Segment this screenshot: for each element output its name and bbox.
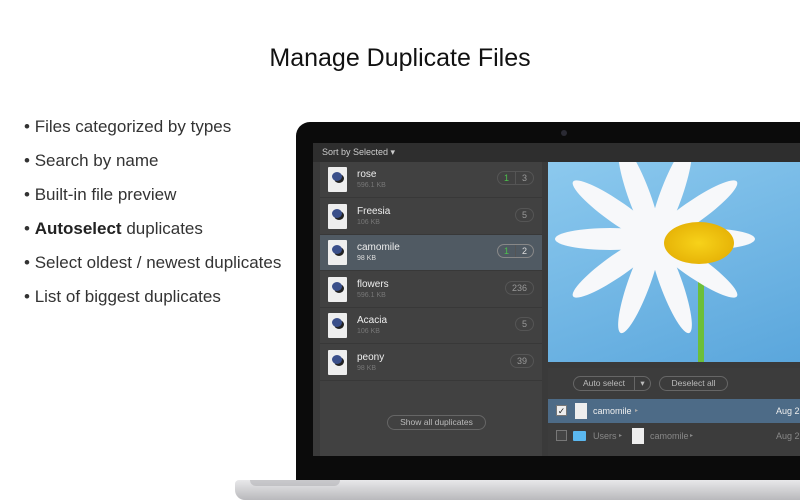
feature-text: Select oldest / newest duplicates bbox=[34, 253, 282, 272]
feature-list: • Files categorized by types • Search by… bbox=[24, 116, 281, 320]
file-name: Acacia bbox=[357, 315, 388, 326]
jpeg-file-icon bbox=[328, 350, 347, 375]
feature-item: • Autoselect duplicates bbox=[24, 219, 203, 238]
duplicate-date: Aug 2 bbox=[776, 431, 800, 441]
count-badge: 236 bbox=[504, 281, 534, 295]
count-badge: 13 bbox=[496, 171, 534, 185]
camera-icon bbox=[561, 130, 567, 136]
chevron-right-icon: ▸ bbox=[635, 408, 639, 414]
file-size: 596.1 KB bbox=[357, 182, 386, 189]
file-list: rose 596.1 KB 13 Freesia 106 KB 5 camomi… bbox=[320, 162, 542, 456]
duplicate-name: camomile bbox=[593, 406, 632, 416]
count-badge: 39 bbox=[509, 354, 534, 368]
path-folder: Users bbox=[593, 431, 617, 441]
file-name: flowers bbox=[357, 279, 389, 290]
flower-center bbox=[664, 222, 734, 264]
feature-text: duplicates bbox=[121, 219, 203, 238]
feature-text: Search by name bbox=[34, 151, 159, 170]
list-item[interactable]: Acacia 106 KB 5 bbox=[320, 308, 542, 344]
page-title: Manage Duplicate Files bbox=[269, 44, 531, 72]
jpeg-file-icon bbox=[328, 204, 347, 229]
deselect-all-button[interactable]: Deselect all bbox=[659, 376, 728, 391]
selected-count: 1 bbox=[498, 245, 516, 257]
duplicate-row[interactable]: Users ▸ camomile ▸ Aug 2 bbox=[548, 424, 800, 448]
feature-item: • Search by name bbox=[24, 151, 159, 170]
file-name: Freesia bbox=[357, 206, 391, 217]
jpeg-file-icon bbox=[328, 167, 347, 192]
feature-text: Files categorized by types bbox=[34, 117, 232, 136]
list-item[interactable]: peony 98 KB 39 bbox=[320, 345, 542, 381]
feature-item: • Files categorized by types bbox=[24, 117, 232, 136]
total-count: 2 bbox=[521, 246, 527, 256]
duplicate-name: camomile bbox=[650, 431, 689, 441]
auto-select-button[interactable]: Auto select bbox=[573, 376, 635, 391]
sort-dropdown[interactable]: Sort by Selected ▾ bbox=[313, 143, 800, 162]
show-all-duplicates-button[interactable]: Show all duplicates bbox=[387, 415, 486, 430]
file-name: rose bbox=[357, 169, 377, 180]
list-item[interactable]: camomile 98 KB 12 bbox=[320, 235, 542, 271]
feature-text: List of biggest duplicates bbox=[34, 287, 221, 306]
jpeg-file-icon bbox=[328, 240, 347, 265]
file-name: peony bbox=[357, 352, 385, 363]
selected-count: 1 bbox=[498, 172, 516, 184]
file-size: 98 KB bbox=[357, 365, 377, 372]
list-item[interactable]: flowers 596.1 KB 236 bbox=[320, 272, 542, 308]
count-badge: 5 bbox=[514, 208, 534, 222]
chevron-right-icon: ▸ bbox=[619, 433, 623, 439]
jpeg-file-icon bbox=[328, 313, 347, 338]
duplicate-row[interactable]: ✓ camomile ▸ Aug 2 bbox=[548, 399, 800, 423]
feature-bold: Autoselect bbox=[34, 219, 122, 238]
list-item[interactable]: rose 596.1 KB 13 bbox=[320, 162, 542, 198]
total-count: 5 bbox=[521, 210, 527, 220]
file-size: 596.1 KB bbox=[357, 292, 386, 299]
duplicates-panel: Auto select ▾ Deselect all ✓ camomile ▸ … bbox=[548, 368, 800, 456]
checkbox[interactable]: ✓ bbox=[556, 405, 567, 416]
checkbox[interactable] bbox=[556, 430, 567, 441]
file-name: camomile bbox=[357, 242, 400, 253]
count-badge: 12 bbox=[496, 244, 534, 258]
folder-icon bbox=[573, 431, 586, 441]
total-count: 236 bbox=[511, 283, 527, 293]
image-preview bbox=[548, 162, 800, 362]
duplicate-date: Aug 2 bbox=[776, 406, 800, 416]
chevron-right-icon: ▸ bbox=[690, 433, 694, 439]
feature-text: Built-in file preview bbox=[34, 185, 177, 204]
count-badge: 5 bbox=[514, 317, 534, 331]
feature-item: • Select oldest / newest duplicates bbox=[24, 253, 282, 272]
total-count: 3 bbox=[521, 173, 527, 183]
total-count: 5 bbox=[521, 319, 527, 329]
jpeg-file-icon bbox=[632, 428, 644, 444]
feature-item: • List of biggest duplicates bbox=[24, 287, 221, 306]
file-size: 106 KB bbox=[357, 219, 380, 226]
feature-item: • Built-in file preview bbox=[24, 185, 177, 204]
file-size: 98 KB bbox=[357, 255, 377, 262]
list-item[interactable]: Freesia 106 KB 5 bbox=[320, 199, 542, 235]
total-count: 39 bbox=[516, 356, 527, 366]
file-size: 106 KB bbox=[357, 328, 380, 335]
auto-select-dropdown[interactable]: ▾ bbox=[634, 376, 651, 391]
app-window: Sort by Selected ▾ rose 596.1 KB 13 Free… bbox=[313, 143, 800, 456]
jpeg-file-icon bbox=[575, 403, 587, 419]
jpeg-file-icon bbox=[328, 277, 347, 302]
laptop-notch bbox=[250, 480, 340, 486]
